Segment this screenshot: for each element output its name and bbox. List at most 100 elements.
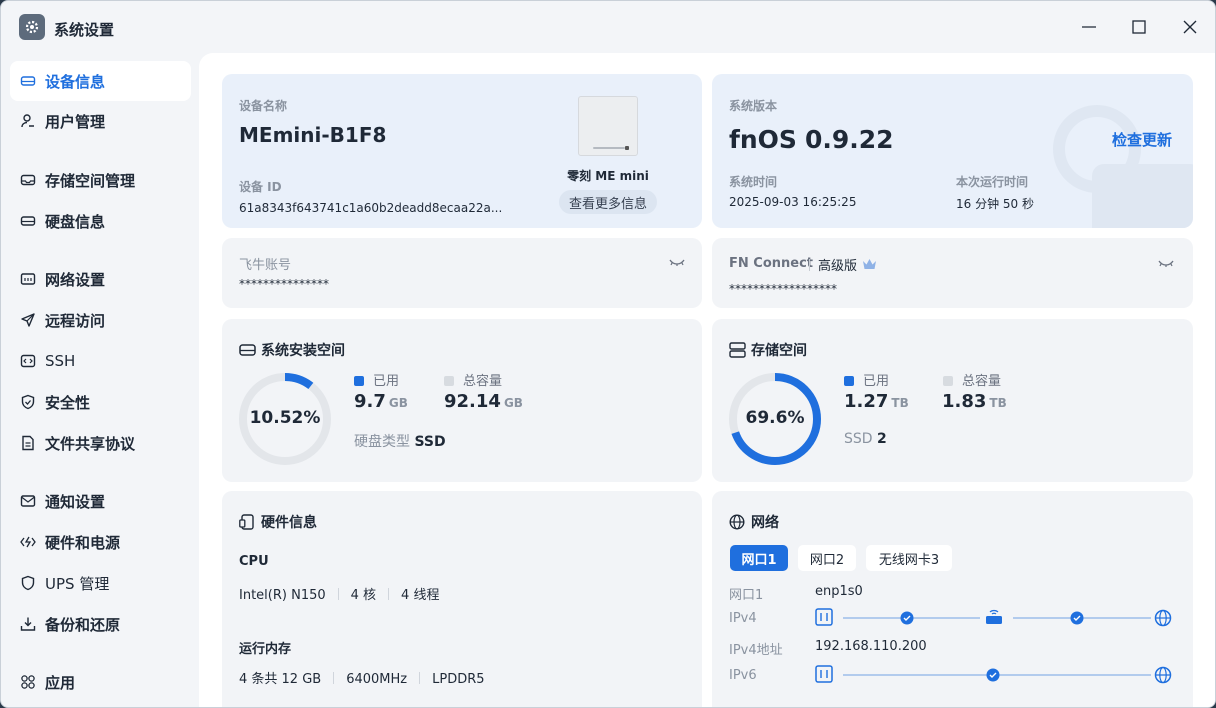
disk-type-label: 硬盘类型 xyxy=(354,434,410,450)
tab-wireless-3[interactable]: 无线网卡3 xyxy=(866,545,952,571)
hardware-heading: 硬件信息 xyxy=(239,512,317,532)
sidebar-item-notifications[interactable]: 通知设置 xyxy=(10,481,191,521)
shield-outline-icon xyxy=(20,575,36,591)
used-legend: 已用 xyxy=(844,370,889,389)
system-space-heading: 系统安装空间 xyxy=(239,340,345,360)
device-card: 设备名称 MEmini-B1F8 设备 ID 61a8343f643741c1a… xyxy=(222,74,702,228)
sidebar-item-label: UPS 管理 xyxy=(45,574,110,593)
disk-type: 硬盘类型 SSD xyxy=(354,431,446,451)
sidebar-item-network[interactable]: 网络设置 xyxy=(10,259,191,299)
sidebar-item-apps[interactable]: 应用 xyxy=(10,662,191,702)
cpu-threads: 4 线程 xyxy=(401,588,440,603)
maximize-button[interactable] xyxy=(1129,17,1149,37)
total-legend-label: 总容量 xyxy=(463,374,503,389)
account-card: 飞牛账号 *************** xyxy=(222,238,702,308)
sidebar-item-label: SSH xyxy=(45,352,76,370)
sidebar-item-device-info[interactable]: 设备信息 xyxy=(10,61,191,101)
minimize-button[interactable] xyxy=(1079,17,1099,37)
eye-closed-icon[interactable] xyxy=(1157,255,1175,274)
uptime: 16 分钟 50 秒 xyxy=(956,197,1034,211)
memory-size: 4 条共 12 GB xyxy=(239,672,322,687)
close-button[interactable] xyxy=(1180,17,1200,37)
network-card: 网络 网口1 网口2 无线网卡3 网口1 enp1s0 IPv4 IPv4地址 … xyxy=(712,491,1193,707)
settings-gear-icon xyxy=(19,14,45,40)
version-label: 系统版本 xyxy=(729,99,778,113)
fnos-watermark-icon xyxy=(1053,105,1193,228)
ipv6-label: IPv6 xyxy=(729,668,757,683)
sidebar-item-label: 应用 xyxy=(45,673,76,692)
total-value: 92.14 GB xyxy=(444,391,523,412)
document-icon xyxy=(20,435,36,451)
storage-percent: 69.6% xyxy=(745,408,805,428)
sidebar-item-disk-info[interactable]: 硬盘信息 xyxy=(10,201,191,241)
port-icon xyxy=(815,608,833,626)
sidebar-item-users[interactable]: 用户管理 xyxy=(10,101,191,141)
system-time-label: 系统时间 xyxy=(729,175,778,189)
account-label: 飞牛账号 xyxy=(239,258,292,273)
more-info-button[interactable]: 查看更多信息 xyxy=(559,190,657,214)
used-unit: GB xyxy=(388,396,408,410)
device-image xyxy=(578,96,638,156)
fn-connect-value: ****************** xyxy=(729,282,837,296)
device-name: MEmini-B1F8 xyxy=(239,123,387,147)
storage-card: 存储空间 69.6% 已用 总容量 1.27 TB 1.83 TB SSD 2 xyxy=(712,319,1193,482)
disk-icon xyxy=(239,344,256,356)
ssd-label: SSD xyxy=(844,431,873,447)
system-time: 2025-09-03 16:25:25 xyxy=(729,195,857,209)
check-icon xyxy=(900,611,914,625)
shield-icon xyxy=(20,394,36,410)
sidebar: 设备信息 用户管理 存储空间管理 硬盘信息 网络设置 远程访问 SSH 安全性 xyxy=(1,53,199,707)
sidebar-item-label: 设备信息 xyxy=(45,72,106,91)
download-tray-icon xyxy=(20,616,36,632)
account-value: *************** xyxy=(239,277,329,291)
divider xyxy=(809,259,810,271)
eye-closed-icon[interactable] xyxy=(668,254,686,273)
total-legend: 总容量 xyxy=(943,370,1001,389)
router-icon xyxy=(986,616,1002,624)
tab-port-2[interactable]: 网口2 xyxy=(798,545,856,571)
device-id-label: 设备 ID xyxy=(239,180,282,194)
hardware-card: 硬件信息 CPU Intel(R) N150 4 核 4 线程 运行内存 4 条共 … xyxy=(222,491,702,707)
cpu-label: CPU xyxy=(239,554,269,569)
cpu-cores: 4 核 xyxy=(350,588,377,603)
sidebar-item-remote-access[interactable]: 远程访问 xyxy=(10,300,191,340)
check-icon xyxy=(986,668,1000,682)
settings-window: 系统设置 设备信息 用户管理 存储空间管理 硬盘信息 网络设置 远程访问 SSH… xyxy=(0,0,1216,708)
os-version: 0.9.22 xyxy=(805,125,894,154)
sidebar-item-storage-management[interactable]: 存储空间管理 xyxy=(10,160,191,200)
user-icon xyxy=(20,113,36,129)
ipv4-address-label: IPv4地址 xyxy=(729,643,783,658)
used-unit: TB xyxy=(891,396,909,410)
uptime-label: 本次运行时间 xyxy=(956,175,1029,189)
sidebar-item-label: 硬件和电源 xyxy=(45,533,121,552)
storage-heading: 存储空间 xyxy=(729,340,807,360)
system-space-percent: 10.52% xyxy=(249,408,321,428)
used-legend-label: 已用 xyxy=(373,374,400,389)
used-value: 1.27 TB xyxy=(844,391,909,412)
storage-icon xyxy=(20,172,36,188)
tab-port-1[interactable]: 网口1 xyxy=(730,545,788,571)
sidebar-item-backup[interactable]: 备份和还原 xyxy=(10,604,191,644)
device-id: 61a8343f643741c1a60b2deadd8ecaa22a... xyxy=(239,201,503,215)
ssd-count: SSD 2 xyxy=(844,431,887,447)
iface-name: enp1s0 xyxy=(815,584,863,599)
total-unit: GB xyxy=(503,396,523,410)
network-title: 网络 xyxy=(751,515,779,531)
fn-connect-tier: 高级版 xyxy=(818,259,858,274)
network-heading: 网络 xyxy=(729,512,779,532)
code-icon xyxy=(20,353,36,369)
mail-icon xyxy=(20,493,36,509)
check-update-link[interactable]: 检查更新 xyxy=(1112,129,1172,150)
os-name: fnOS xyxy=(729,125,797,154)
ipv4-connection-path xyxy=(815,608,1172,627)
sidebar-item-ups[interactable]: UPS 管理 xyxy=(10,563,191,603)
sidebar-item-security[interactable]: 安全性 xyxy=(10,382,191,422)
disk-type-value: SSD xyxy=(414,434,446,450)
send-icon xyxy=(20,312,36,328)
sidebar-item-hardware-power[interactable]: 硬件和电源 xyxy=(10,522,191,562)
iface-label: 网口1 xyxy=(729,588,764,603)
sidebar-item-file-sharing[interactable]: 文件共享协议 xyxy=(10,423,191,463)
sidebar-item-ssh[interactable]: SSH xyxy=(10,341,191,381)
sidebar-item-label: 远程访问 xyxy=(45,311,106,330)
system-space-card: 系统安装空间 10.52% 已用 总容量 9.7 GB 92.14 GB 硬盘类型 … xyxy=(222,319,702,482)
